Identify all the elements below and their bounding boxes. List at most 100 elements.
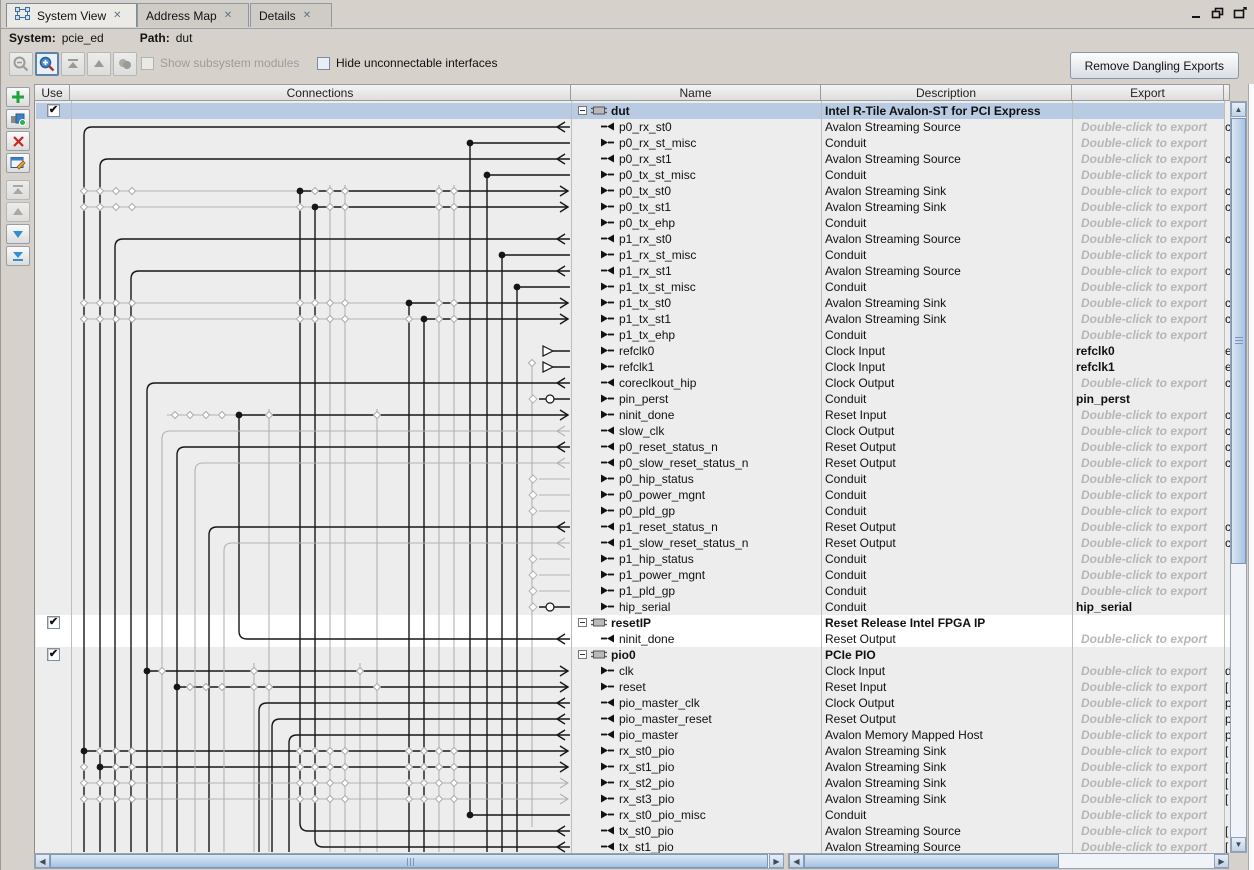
table-row[interactable]: hip_serial Conduit hip_serial: [572, 599, 1230, 615]
use-checkbox[interactable]: ✔: [47, 616, 60, 629]
table-row[interactable]: pio0 PCIe PIO: [572, 647, 1230, 663]
export-cell[interactable]: Double-click to export: [1073, 711, 1224, 727]
name-cell[interactable]: hip_serial: [572, 599, 821, 615]
export-cell[interactable]: Double-click to export: [1073, 311, 1224, 327]
export-placeholder[interactable]: Double-click to export: [1073, 472, 1207, 486]
name-cell[interactable]: pio_master_clk: [572, 695, 821, 711]
table-row[interactable]: coreclkout_hip Clock Output Double-click…: [572, 375, 1230, 391]
export-placeholder[interactable]: Double-click to export: [1073, 488, 1207, 502]
export-cell[interactable]: Double-click to export: [1073, 839, 1224, 853]
name-cell[interactable]: pio_master_reset: [572, 711, 821, 727]
vertical-scrollbar-thumb[interactable]: [1231, 118, 1246, 564]
name-cell[interactable]: rx_st2_pio: [572, 775, 821, 791]
export-name[interactable]: refclk0: [1073, 344, 1115, 358]
export-placeholder[interactable]: Double-click to export: [1073, 728, 1207, 742]
export-cell[interactable]: Double-click to export: [1073, 519, 1224, 535]
tab-details[interactable]: Details ✕: [250, 3, 332, 27]
export-placeholder[interactable]: Double-click to export: [1073, 808, 1207, 822]
export-placeholder[interactable]: Double-click to export: [1073, 424, 1207, 438]
table-row[interactable]: pio_master Avalon Memory Mapped Host Dou…: [572, 727, 1230, 743]
export-cell[interactable]: Double-click to export: [1073, 455, 1224, 471]
show-subsystem-modules-checkbox[interactable]: [141, 57, 154, 70]
export-placeholder[interactable]: Double-click to export: [1073, 632, 1207, 646]
name-cell[interactable]: tx_st1_pio: [572, 839, 821, 853]
name-cell[interactable]: p0_tx_st_misc: [572, 167, 821, 183]
scroll-right-button[interactable]: ▶: [1214, 854, 1229, 868]
export-cell[interactable]: Double-click to export: [1073, 503, 1224, 519]
table-row[interactable]: rx_st3_pio Avalon Streaming Sink Double-…: [572, 791, 1230, 807]
name-cell[interactable]: slow_clk: [572, 423, 821, 439]
table-row[interactable]: rx_st2_pio Avalon Streaming Sink Double-…: [572, 775, 1230, 791]
table-row[interactable]: p0_reset_status_n Reset Output Double-cl…: [572, 439, 1230, 455]
export-cell[interactable]: Double-click to export: [1073, 167, 1224, 183]
export-cell[interactable]: Double-click to export: [1073, 823, 1224, 839]
export-cell[interactable]: Double-click to export: [1073, 583, 1224, 599]
export-placeholder[interactable]: Double-click to export: [1073, 712, 1207, 726]
name-cell[interactable]: p1_reset_status_n: [572, 519, 821, 535]
table-row[interactable]: rx_st0_pio_misc Conduit Double-click to …: [572, 807, 1230, 823]
table-row[interactable]: p1_tx_st0 Avalon Streaming Sink Double-c…: [572, 295, 1230, 311]
export-cell[interactable]: Double-click to export: [1073, 135, 1224, 151]
name-cell[interactable]: ninit_done: [572, 631, 821, 647]
export-placeholder[interactable]: Double-click to export: [1073, 232, 1207, 246]
export-placeholder[interactable]: Double-click to export: [1073, 120, 1207, 134]
name-cell[interactable]: p0_rx_st0: [572, 119, 821, 135]
table-row[interactable]: p0_tx_st1 Avalon Streaming Sink Double-c…: [572, 199, 1230, 215]
table-row[interactable]: rx_st0_pio Avalon Streaming Sink Double-…: [572, 743, 1230, 759]
name-cell[interactable]: p0_rx_st_misc: [572, 135, 821, 151]
horizontal-scrollbar-left[interactable]: ◀ ▶: [34, 853, 784, 869]
export-placeholder[interactable]: Double-click to export: [1073, 312, 1207, 326]
export-name[interactable]: hip_serial: [1073, 600, 1132, 614]
table-row[interactable]: p1_reset_status_n Reset Output Double-cl…: [572, 519, 1230, 535]
table-row[interactable]: p0_rx_st_misc Conduit Double-click to ex…: [572, 135, 1230, 151]
table-row[interactable]: refclk0 Clock Input refclk0 e: [572, 343, 1230, 359]
table-row[interactable]: resetIP Reset Release Intel FPGA IP: [572, 615, 1230, 631]
export-placeholder[interactable]: Double-click to export: [1073, 584, 1207, 598]
export-cell[interactable]: Double-click to export: [1073, 295, 1224, 311]
export-cell[interactable]: Double-click to export: [1073, 215, 1224, 231]
export-cell[interactable]: Double-click to export: [1073, 247, 1224, 263]
export-placeholder[interactable]: Double-click to export: [1073, 440, 1207, 454]
export-cell[interactable]: Double-click to export: [1073, 375, 1224, 391]
use-checkbox[interactable]: ✔: [47, 104, 60, 117]
export-placeholder[interactable]: Double-click to export: [1073, 408, 1207, 422]
table-row[interactable]: slow_clk Clock Output Double-click to ex…: [572, 423, 1230, 439]
move-up-button[interactable]: [87, 52, 111, 76]
restore-icon[interactable]: [1211, 7, 1224, 22]
export-placeholder[interactable]: Double-click to export: [1073, 456, 1207, 470]
zoom-out-button[interactable]: [9, 52, 33, 76]
export-cell[interactable]: Double-click to export: [1073, 631, 1224, 647]
export-name[interactable]: pin_perst: [1073, 392, 1130, 406]
export-cell[interactable]: Double-click to export: [1073, 727, 1224, 743]
export-placeholder[interactable]: Double-click to export: [1073, 760, 1207, 774]
table-row[interactable]: p1_tx_st1 Avalon Streaming Sink Double-c…: [572, 311, 1230, 327]
export-cell[interactable]: Double-click to export: [1073, 151, 1224, 167]
name-cell[interactable]: p1_tx_st1: [572, 311, 821, 327]
export-placeholder[interactable]: Double-click to export: [1073, 792, 1207, 806]
export-cell[interactable]: refclk0: [1073, 343, 1224, 359]
export-placeholder[interactable]: Double-click to export: [1073, 280, 1207, 294]
name-cell[interactable]: p1_power_mgnt: [572, 567, 821, 583]
table-row[interactable]: clk Clock Input Double-click to export d: [572, 663, 1230, 679]
name-cell[interactable]: pio_master: [572, 727, 821, 743]
table-row[interactable]: p1_hip_status Conduit Double-click to ex…: [572, 551, 1230, 567]
export-cell[interactable]: Double-click to export: [1073, 743, 1224, 759]
export-cell[interactable]: hip_serial: [1073, 599, 1224, 615]
tab-system-view[interactable]: System View ✕: [6, 3, 137, 27]
name-cell[interactable]: refclk0: [572, 343, 821, 359]
name-cell[interactable]: p1_rx_st1: [572, 263, 821, 279]
export-cell[interactable]: Double-click to export: [1073, 487, 1224, 503]
name-cell[interactable]: reset: [572, 679, 821, 695]
table-row[interactable]: p1_power_mgnt Conduit Double-click to ex…: [572, 567, 1230, 583]
table-row[interactable]: reset Reset Input Double-click to export…: [572, 679, 1230, 695]
minimize-icon[interactable]: [1191, 8, 1202, 22]
export-placeholder[interactable]: Double-click to export: [1073, 552, 1207, 566]
column-header-use[interactable]: Use: [34, 84, 70, 101]
name-cell[interactable]: p0_rx_st1: [572, 151, 821, 167]
connections-matrix[interactable]: [71, 101, 571, 853]
move-to-top-button[interactable]: [61, 52, 85, 76]
edit-button[interactable]: [6, 153, 30, 173]
export-cell[interactable]: Double-click to export: [1073, 567, 1224, 583]
name-cell[interactable]: p0_pld_gp: [572, 503, 821, 519]
table-row[interactable]: p0_tx_st0 Avalon Streaming Sink Double-c…: [572, 183, 1230, 199]
